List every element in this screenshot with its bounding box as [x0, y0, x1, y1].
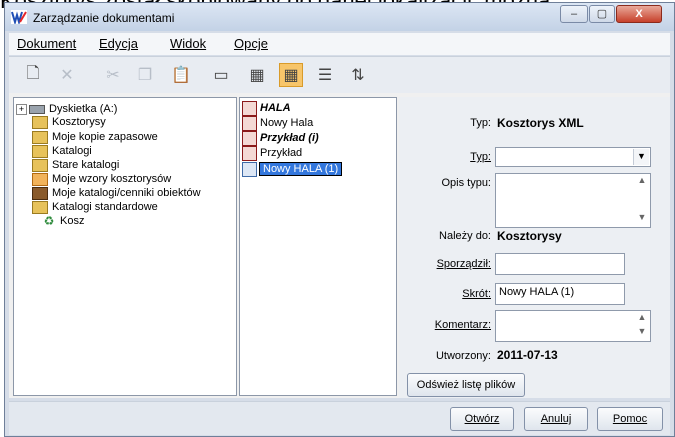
estimate-document-icon [242, 115, 257, 131]
delete-icon[interactable]: ✕ [55, 63, 79, 87]
estimate-document-icon [242, 100, 257, 116]
large-icons-view-icon[interactable]: ▦ [245, 63, 269, 87]
prepared-label: Sporządził: [436, 258, 491, 270]
type-value: Kosztorys XML [497, 116, 584, 130]
cancel-button[interactable]: Anuluj [524, 407, 588, 431]
properties-panel: Typ: Kosztorys XML Typ: ▼ Opis typu: ▲ ▼… [399, 97, 670, 398]
estimate-document-icon [242, 145, 257, 161]
folder-icon [32, 115, 48, 129]
tree-item-label: Moje kopie zapasowe [52, 131, 158, 143]
type-label: Typ: [470, 117, 491, 129]
scroll-down-icon[interactable]: ▼ [635, 212, 649, 226]
close-button[interactable]: X [616, 5, 662, 23]
type-select[interactable]: ▼ [495, 147, 651, 167]
short-field[interactable]: Nowy HALA (1) [495, 283, 625, 305]
tree-item-kopie[interactable]: Moje kopie zapasowe [32, 130, 158, 144]
file-item-przyklad-i[interactable]: Przykład (i) [242, 130, 319, 146]
scroll-down-icon[interactable]: ▼ [635, 326, 649, 340]
window-title: Zarządzanie dokumentami [33, 11, 175, 25]
template-folder-icon [32, 172, 48, 186]
floppy-drive-icon [29, 104, 45, 114]
file-item-nowy-hala-1[interactable]: Nowy HALA (1) [242, 161, 343, 177]
chevron-down-icon[interactable]: ▼ [633, 149, 649, 165]
type-desc-label: Opis typu: [441, 177, 491, 189]
comment-label: Komentarz: [434, 319, 491, 331]
maximize-button[interactable]: ▢ [589, 5, 615, 23]
tree-item-label: Kosztorysy [52, 116, 106, 128]
tree-item-label: Katalogi [52, 145, 92, 157]
file-item-label[interactable]: Nowy HALA (1) [258, 162, 343, 176]
tree-item-kosz[interactable]: ♻ Kosz [42, 213, 85, 228]
belongs-value: Kosztorysy [497, 229, 562, 243]
comment-field[interactable]: ▲ ▼ [495, 310, 651, 342]
scroll-up-icon[interactable]: ▲ [635, 175, 649, 189]
file-item-label: Przykład (i) [260, 132, 319, 144]
file-list[interactable]: HALA Nowy Hala Przykład (i) Przykład Now… [239, 97, 397, 396]
belongs-label: Należy do: [439, 230, 491, 242]
small-icons-view-icon[interactable]: ▦ [279, 63, 303, 87]
document-manager-window: Zarządzanie dokumentami ‒ ▢ X Dokument E… [4, 2, 675, 437]
scroll-up-icon[interactable]: ▲ [635, 312, 649, 326]
tree-item-label: Moje wzory kosztorysów [52, 173, 172, 185]
type-select-label: Typ: [470, 151, 491, 163]
folder-icon [32, 144, 48, 158]
cut-icon[interactable]: ✂ [101, 63, 125, 87]
tree-item-label: Moje katalogi/cenniki obiektów [52, 187, 201, 199]
file-item-przyklad[interactable]: Przykład [242, 145, 303, 161]
estimate-document-icon [242, 130, 257, 146]
recycle-bin-icon: ♻ [43, 213, 55, 228]
tree-item-kosztorysy[interactable]: Kosztorysy [32, 115, 106, 129]
client-area: + Dyskietka (A:) Kosztorysy Moje kopie z… [9, 93, 670, 398]
menu-bar: Dokument Edycja Widok Opcje [9, 33, 670, 55]
folder-icon [32, 130, 48, 144]
tree-item-label: Stare katalogi [52, 159, 120, 171]
new-document-icon[interactable]: 🗋 [21, 63, 45, 87]
short-label: Skrót: [462, 288, 491, 300]
tree-item-wzory[interactable]: Moje wzory kosztorysów [32, 172, 171, 186]
tree-item-standardowe[interactable]: Katalogi standardowe [32, 200, 158, 214]
button-bar: Otwórz Anuluj Pomoc [9, 401, 670, 435]
prepared-field[interactable] [495, 253, 625, 275]
created-value: 2011-07-13 [497, 348, 558, 362]
app-logo-icon [11, 10, 27, 24]
xml-estimate-icon [242, 161, 257, 177]
help-button[interactable]: Pomoc [597, 407, 663, 431]
title-bar[interactable]: Zarządzanie dokumentami ‒ ▢ X [5, 3, 674, 31]
list-view-icon[interactable]: ☰ [313, 63, 337, 87]
created-label: Utworzony: [435, 350, 491, 362]
tree-item-cenniki[interactable]: Moje katalogi/cenniki obiektów [32, 186, 201, 200]
menu-edycja[interactable]: Edycja [99, 36, 138, 51]
open-button[interactable]: Otwórz [450, 407, 514, 431]
tree-item-label: Dyskietka (A:) [49, 103, 118, 115]
tree-item-stare-katalogi[interactable]: Stare katalogi [32, 158, 119, 172]
toolbar: 🗋 ✕ ✂ ❐ 📋 ▭ ▦ ▦ ☰ ⇅ [9, 56, 670, 94]
folder-icon [32, 200, 48, 214]
file-item-label: Nowy Hala [260, 117, 314, 129]
tree-item-dyskietka[interactable]: + Dyskietka (A:) [16, 102, 117, 116]
file-item-label: HALA [260, 102, 291, 114]
menu-widok[interactable]: Widok [170, 36, 206, 51]
file-item-nowy-hala[interactable]: Nowy Hala [242, 115, 314, 131]
file-item-hala[interactable]: HALA [242, 100, 291, 116]
folder-tree[interactable]: + Dyskietka (A:) Kosztorysy Moje kopie z… [13, 97, 237, 396]
copy-icon[interactable]: ❐ [133, 63, 157, 87]
tree-item-label: Kosz [60, 215, 85, 227]
refresh-file-list-button[interactable]: Odśwież listę plików [407, 373, 525, 397]
catalog-folder-icon [32, 186, 48, 200]
menu-opcje[interactable]: Opcje [234, 36, 268, 51]
tree-item-katalogi[interactable]: Katalogi [32, 144, 92, 158]
menu-dokument[interactable]: Dokument [17, 36, 76, 51]
preview-icon[interactable]: ▭ [209, 63, 233, 87]
type-desc-field[interactable]: ▲ ▼ [495, 173, 651, 228]
folder-icon [32, 158, 48, 172]
paste-icon[interactable]: 📋 [169, 63, 193, 87]
tree-item-label: Katalogi standardowe [52, 201, 158, 213]
minimize-button[interactable]: ‒ [560, 5, 588, 23]
details-view-icon[interactable]: ⇅ [346, 63, 370, 87]
expand-icon[interactable]: + [16, 103, 27, 115]
file-item-label: Przykład [260, 147, 303, 159]
